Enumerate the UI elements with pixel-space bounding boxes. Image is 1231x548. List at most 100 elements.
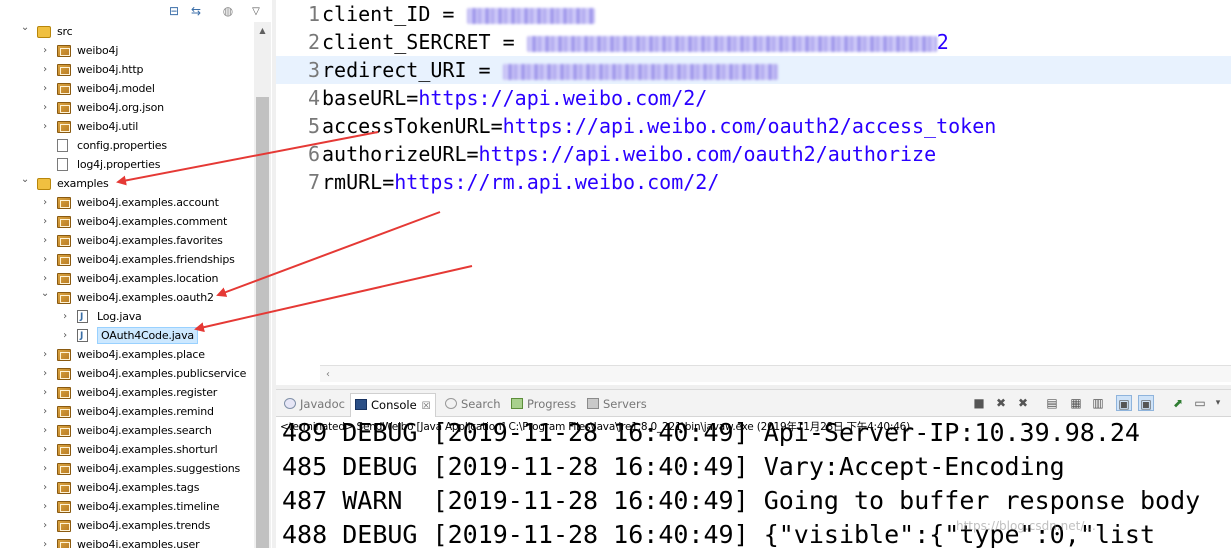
tree-item-weibo4j-model[interactable]: › weibo4j.model (0, 79, 254, 98)
package-icon (57, 102, 71, 114)
tree-item-ex-trends[interactable]: › weibo4j.examples.trends (0, 516, 254, 535)
tab-servers[interactable]: Servers (587, 395, 647, 413)
chevron-right-icon[interactable]: › (40, 440, 50, 459)
tree-item-weibo4j-org-json[interactable]: › weibo4j.org.json (0, 98, 254, 117)
tab-javadoc[interactable]: Javadoc (284, 395, 345, 413)
chevron-right-icon[interactable]: › (40, 421, 50, 440)
log-line[interactable]: 489 DEBUG [2019-11-28 16:40:49] Api-Serv… (282, 416, 1140, 450)
scrollbar-thumb[interactable] (256, 97, 269, 548)
log-line[interactable]: 487 WARN [2019-11-28 16:40:49] Going to … (282, 484, 1200, 518)
tree-item-examples[interactable]: ⌄ examples (0, 174, 254, 193)
tree-item-ex-comment[interactable]: › weibo4j.examples.comment (0, 212, 254, 231)
chevron-right-icon[interactable]: › (40, 60, 50, 79)
tree-item-label: weibo4j.examples.friendships (77, 253, 235, 266)
chevron-right-icon[interactable]: › (40, 383, 50, 402)
tree-item-ex-publicservice[interactable]: › weibo4j.examples.publicservice (0, 364, 254, 383)
log-num: 488 (282, 520, 328, 548)
chevron-right-icon[interactable]: › (40, 212, 50, 231)
tree-item-ex-search[interactable]: › weibo4j.examples.search (0, 421, 254, 440)
pin-console-icon[interactable]: ⬈ (1170, 395, 1186, 411)
tree-item-ex-favorites[interactable]: › weibo4j.examples.favorites (0, 231, 254, 250)
tree-item-ex-oauth2[interactable]: ⌄ weibo4j.examples.oauth2 (0, 288, 254, 307)
tree-item-label: src (57, 25, 73, 38)
chevron-right-icon[interactable]: › (60, 326, 70, 345)
code-line[interactable]: 6 authorizeURL=https://api.weibo.com/oaut… (276, 140, 1231, 168)
tree-item-ex-remind[interactable]: › weibo4j.examples.remind (0, 402, 254, 421)
code-line[interactable]: 2 client_SERCRET = 2 (276, 28, 1231, 56)
tree-item-ex-tags[interactable]: › weibo4j.examples.tags (0, 478, 254, 497)
tree-item-log4j-properties[interactable]: log4j.properties (0, 155, 254, 174)
properties-editor[interactable]: 1 client_ID = 2 client_SERCRET = 2 3 redirec… (276, 0, 1231, 385)
remove-all-terminated-icon[interactable]: ✖ (1015, 395, 1031, 411)
code-line[interactable]: 7 rmURL=https://rm.api.weibo.com/2/ (276, 168, 1231, 196)
tab-progress[interactable]: Progress (511, 395, 576, 413)
tab-console[interactable]: Console ☒ (350, 393, 436, 417)
scroll-up-icon[interactable]: ▲ (254, 22, 271, 39)
word-wrap-icon[interactable]: ▥ (1090, 395, 1106, 411)
tree-item-ex-place[interactable]: › weibo4j.examples.place (0, 345, 254, 364)
editor-horizontal-scrollbar[interactable]: ‹ (320, 365, 1231, 382)
tree-item-weibo4j-util[interactable]: › weibo4j.util (0, 117, 254, 136)
chevron-right-icon[interactable]: › (40, 516, 50, 535)
tree-item-config-properties[interactable]: config.properties (0, 136, 254, 155)
display-selected-console-icon[interactable]: ▭ (1192, 395, 1208, 411)
package-icon (57, 482, 71, 494)
chevron-right-icon[interactable]: › (60, 307, 70, 326)
tree-item-ex-friendships[interactable]: › weibo4j.examples.friendships (0, 250, 254, 269)
collapse-all-icon[interactable]: ⊟ (166, 3, 182, 19)
close-tab-icon[interactable]: ☒ (422, 401, 431, 412)
show-on-stdout-icon[interactable]: ▣ (1116, 395, 1132, 411)
tree-item-ex-account[interactable]: › weibo4j.examples.account (0, 193, 254, 212)
explorer-vertical-scrollbar[interactable]: ▲ (254, 22, 271, 548)
chevron-right-icon[interactable]: › (40, 269, 50, 288)
link-with-editor-icon[interactable]: ⇆ (188, 3, 204, 19)
focus-on-active-task-icon[interactable]: ◍ (220, 3, 236, 19)
dropdown-chevron-down-icon[interactable]: ▾ (1210, 395, 1226, 411)
chevron-right-icon[interactable]: › (40, 497, 50, 516)
view-menu-chevron-down-icon[interactable]: ▽ (248, 3, 264, 19)
package-icon (57, 292, 71, 304)
tree-item-ex-user[interactable]: › weibo4j.examples.user (0, 535, 254, 548)
tree-item-ex-timeline[interactable]: › weibo4j.examples.timeline (0, 497, 254, 516)
chevron-down-icon[interactable]: ⌄ (20, 22, 30, 41)
tree-item-ex-location[interactable]: › weibo4j.examples.location (0, 269, 254, 288)
tree-item-weibo4j[interactable]: › weibo4j (0, 41, 254, 60)
chevron-right-icon[interactable]: › (40, 193, 50, 212)
chevron-down-icon[interactable]: ⌄ (40, 288, 50, 307)
chevron-right-icon[interactable]: › (40, 345, 50, 364)
code-line[interactable]: 5 accessTokenURL=https://api.weibo.com/oa… (276, 112, 1231, 140)
package-icon (57, 64, 71, 76)
log-line[interactable]: 485 DEBUG [2019-11-28 16:40:49] Vary:Acc… (282, 450, 1065, 484)
package-icon (57, 444, 71, 456)
chevron-right-icon[interactable]: › (40, 98, 50, 117)
tab-search[interactable]: Search (445, 395, 501, 413)
chevron-right-icon[interactable]: › (40, 478, 50, 497)
clear-console-icon[interactable]: ▦ (1068, 395, 1084, 411)
tree-item-ex-suggestions[interactable]: › weibo4j.examples.suggestions (0, 459, 254, 478)
chevron-right-icon[interactable]: › (40, 41, 50, 60)
log-msg: Going to buffer response body (763, 486, 1201, 515)
chevron-right-icon[interactable]: › (40, 459, 50, 478)
tree-item-weibo4j-http[interactable]: › weibo4j.http (0, 60, 254, 79)
remove-launch-icon[interactable]: ✖ (993, 395, 1009, 411)
chevron-right-icon[interactable]: › (40, 364, 50, 383)
tree-item-ex-register[interactable]: › weibo4j.examples.register (0, 383, 254, 402)
chevron-right-icon[interactable]: › (40, 250, 50, 269)
chevron-right-icon[interactable]: › (40, 535, 50, 548)
tree-item-log-java[interactable]: › Log.java (0, 307, 254, 327)
tree-item-src[interactable]: ⌄ src (0, 22, 254, 41)
chevron-right-icon[interactable]: › (40, 231, 50, 250)
tree-item-ex-shorturl[interactable]: › weibo4j.examples.shorturl (0, 440, 254, 459)
chevron-right-icon[interactable]: › (40, 79, 50, 98)
tree-item-oauth4code-java[interactable]: › OAuth4Code.java (0, 326, 254, 346)
scroll-left-icon[interactable]: ‹ (322, 366, 334, 383)
code-line[interactable]: 4 baseURL=https://api.weibo.com/2/ (276, 84, 1231, 112)
terminate-icon[interactable]: ■ (971, 395, 987, 411)
code-line[interactable]: 3 redirect_URI = (276, 56, 1231, 84)
chevron-right-icon[interactable]: › (40, 402, 50, 421)
scroll-lock-icon[interactable]: ▤ (1044, 395, 1060, 411)
chevron-down-icon[interactable]: ⌄ (20, 174, 30, 193)
code-line[interactable]: 1 client_ID = (276, 0, 1231, 28)
chevron-right-icon[interactable]: › (40, 117, 50, 136)
show-on-stderr-icon[interactable]: ▣ (1138, 395, 1154, 411)
